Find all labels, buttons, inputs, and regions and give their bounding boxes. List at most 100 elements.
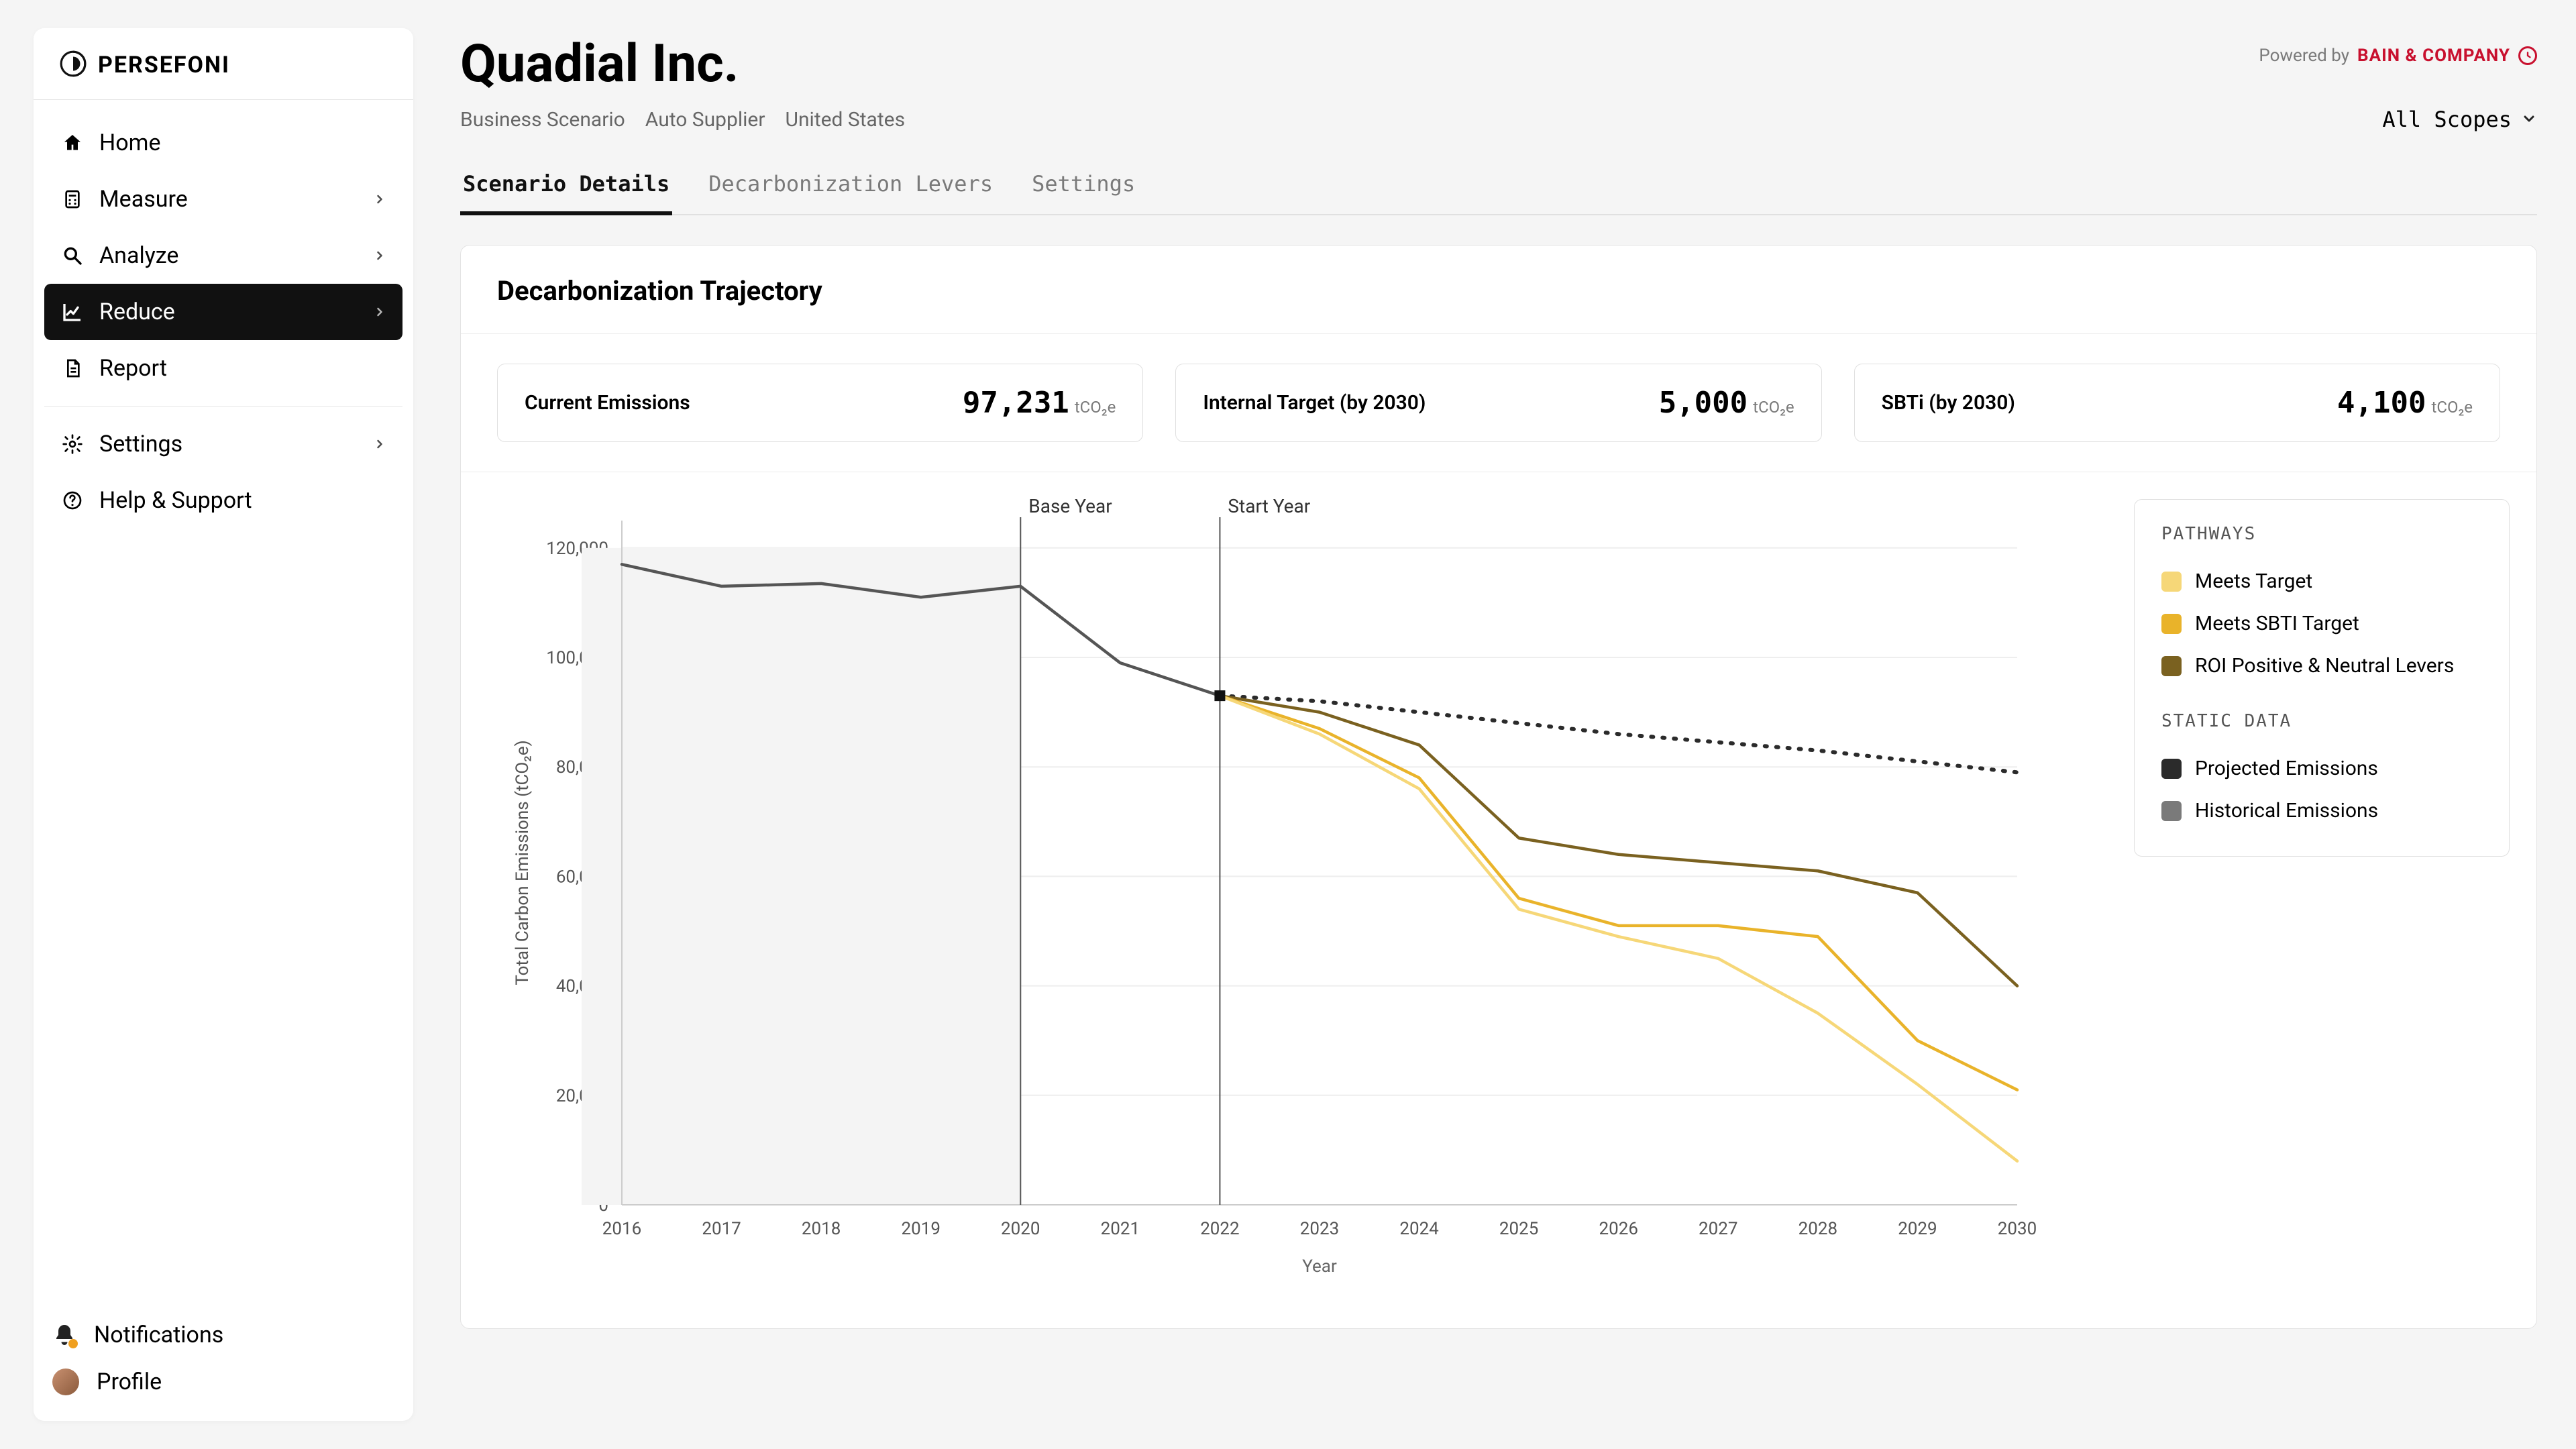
legend-head-pathways: PATHWAYS bbox=[2161, 524, 2482, 544]
legend-item[interactable]: Historical Emissions bbox=[2161, 790, 2482, 832]
scope-selector-label: All Scopes bbox=[2382, 107, 2512, 132]
question-icon bbox=[60, 488, 85, 513]
svg-text:Total Carbon Emissions (tCO₂e: Total Carbon Emissions (tCO₂e) bbox=[513, 740, 533, 985]
stat-card: Internal Target (by 2030) 5,000 tCO₂e bbox=[1175, 364, 1821, 442]
notifications-link[interactable]: Notifications bbox=[52, 1322, 394, 1348]
sidebar: PERSEFONI HomeMeasureAnalyzeReduceReport… bbox=[0, 0, 447, 1449]
svg-text:2018: 2018 bbox=[802, 1219, 841, 1239]
chevron-right-icon bbox=[373, 189, 386, 211]
sidebar-bottom: Notifications Profile bbox=[34, 1308, 413, 1421]
chart-line-icon bbox=[60, 300, 85, 324]
notifications-label: Notifications bbox=[94, 1322, 223, 1348]
nav-label: Report bbox=[99, 355, 167, 382]
legend-item[interactable]: ROI Positive & Neutral Levers bbox=[2161, 645, 2482, 687]
bell-icon bbox=[52, 1323, 76, 1347]
stat-unit: tCO₂e bbox=[1075, 398, 1116, 417]
svg-text:2024: 2024 bbox=[1399, 1219, 1439, 1239]
legend-item[interactable]: Meets Target bbox=[2161, 560, 2482, 602]
legend-item[interactable]: Projected Emissions bbox=[2161, 747, 2482, 790]
legend-label: ROI Positive & Neutral Levers bbox=[2195, 654, 2454, 678]
stat-label: SBTi (by 2030) bbox=[1882, 391, 2015, 415]
chart: 020,00040,00060,00080,000100,000120,0002… bbox=[488, 494, 2114, 1288]
stat-value: 4,100 bbox=[2337, 386, 2426, 420]
home-icon bbox=[60, 131, 85, 155]
stat-label: Internal Target (by 2030) bbox=[1203, 391, 1426, 415]
nav-item-reduce[interactable]: Reduce bbox=[44, 284, 402, 340]
legend-label: Historical Emissions bbox=[2195, 799, 2378, 822]
nav-label: Settings bbox=[99, 431, 182, 458]
stat-value-wrap: 5,000 tCO₂e bbox=[1659, 386, 1794, 420]
stats-row: Current Emissions 97,231tCO₂eInternal Ta… bbox=[461, 334, 2536, 472]
nav-label: Reduce bbox=[99, 299, 175, 325]
powered-by-prefix: Powered by bbox=[2259, 46, 2349, 66]
tab-scenario-details[interactable]: Scenario Details bbox=[460, 162, 672, 215]
stat-label: Current Emissions bbox=[525, 391, 690, 415]
stat-value-wrap: 4,100 tCO₂e bbox=[2337, 386, 2473, 420]
stat-unit: tCO₂e bbox=[2431, 398, 2473, 417]
legend-swatch bbox=[2161, 572, 2182, 592]
nav-item-home[interactable]: Home bbox=[44, 115, 402, 171]
profile-label: Profile bbox=[97, 1368, 162, 1395]
legend-label: Meets Target bbox=[2195, 570, 2312, 593]
card-title: Decarbonization Trajectory bbox=[461, 246, 2536, 334]
trajectory-card: Decarbonization Trajectory Current Emiss… bbox=[460, 245, 2537, 1329]
legend-swatch bbox=[2161, 801, 2182, 821]
main-content: Quadial Inc. Powered by BAIN & COMPANY B… bbox=[447, 0, 2576, 1449]
chevron-right-icon bbox=[373, 245, 386, 267]
profile-link[interactable]: Profile bbox=[52, 1368, 394, 1395]
tab-settings[interactable]: Settings bbox=[1029, 162, 1138, 215]
nav-label: Home bbox=[99, 129, 161, 156]
nav-item-help-support[interactable]: Help & Support bbox=[44, 472, 402, 529]
svg-text:2023: 2023 bbox=[1300, 1219, 1339, 1239]
svg-text:2026: 2026 bbox=[1599, 1219, 1638, 1239]
svg-text:2019: 2019 bbox=[901, 1219, 940, 1239]
nav-label: Analyze bbox=[99, 242, 178, 269]
svg-text:2022: 2022 bbox=[1200, 1219, 1239, 1239]
svg-text:2020: 2020 bbox=[1001, 1219, 1040, 1239]
stat-unit: tCO₂e bbox=[1753, 398, 1794, 417]
svg-text:2025: 2025 bbox=[1499, 1219, 1538, 1239]
legend-swatch bbox=[2161, 759, 2182, 779]
sidebar-panel: PERSEFONI HomeMeasureAnalyzeReduceReport… bbox=[34, 28, 413, 1421]
nav-item-analyze[interactable]: Analyze bbox=[44, 227, 402, 284]
svg-text:Start Year: Start Year bbox=[1228, 495, 1310, 517]
breadcrumb-item[interactable]: United States bbox=[786, 108, 906, 131]
breadcrumb-item[interactable]: Auto Supplier bbox=[645, 108, 765, 131]
brand-logo-icon bbox=[59, 50, 87, 80]
stat-value: 5,000 bbox=[1659, 386, 1748, 420]
primary-nav: Home Measure Analyze Reduce Report Settings H… bbox=[34, 100, 413, 1308]
stat-value: 97,231 bbox=[963, 386, 1069, 420]
svg-text:Base Year: Base Year bbox=[1028, 495, 1112, 517]
page-title: Quadial Inc. bbox=[460, 34, 739, 95]
nav-item-settings[interactable]: Settings bbox=[44, 416, 402, 472]
svg-text:2016: 2016 bbox=[602, 1219, 641, 1239]
avatar bbox=[52, 1368, 79, 1395]
notification-dot bbox=[68, 1339, 78, 1348]
legend-item[interactable]: Meets SBTI Target bbox=[2161, 602, 2482, 645]
stat-card: SBTi (by 2030) 4,100 tCO₂e bbox=[1854, 364, 2500, 442]
search-icon bbox=[60, 244, 85, 268]
breadcrumbs: Business Scenario Auto Supplier United Sta… bbox=[460, 108, 905, 131]
svg-text:2027: 2027 bbox=[1699, 1219, 1737, 1239]
scope-selector[interactable]: All Scopes bbox=[2382, 107, 2537, 132]
bain-clock-icon bbox=[2518, 46, 2537, 65]
nav-item-measure[interactable]: Measure bbox=[44, 171, 402, 227]
svg-text:Year: Year bbox=[1302, 1256, 1337, 1277]
chevron-right-icon bbox=[373, 301, 386, 323]
powered-by: Powered by BAIN & COMPANY bbox=[2259, 46, 2537, 66]
svg-text:2017: 2017 bbox=[702, 1219, 741, 1239]
stat-value-wrap: 97,231 tCO₂e bbox=[963, 386, 1116, 420]
header-row: Quadial Inc. Powered by BAIN & COMPANY bbox=[460, 34, 2537, 95]
svg-text:2021: 2021 bbox=[1101, 1219, 1140, 1239]
tab-decarbonization-levers[interactable]: Decarbonization Levers bbox=[706, 162, 996, 215]
svg-text:2028: 2028 bbox=[1799, 1219, 1837, 1239]
svg-text:2030: 2030 bbox=[1998, 1219, 2037, 1239]
gear-icon bbox=[60, 432, 85, 456]
nav-item-report[interactable]: Report bbox=[44, 340, 402, 396]
legend-panel: PATHWAYS Meets Target Meets SBTI Target RO… bbox=[2134, 499, 2510, 857]
calculator-icon bbox=[60, 187, 85, 211]
document-icon bbox=[60, 356, 85, 380]
stat-card: Current Emissions 97,231 tCO₂e bbox=[497, 364, 1143, 442]
breadcrumb-item[interactable]: Business Scenario bbox=[460, 108, 625, 131]
chevron-right-icon bbox=[373, 433, 386, 455]
